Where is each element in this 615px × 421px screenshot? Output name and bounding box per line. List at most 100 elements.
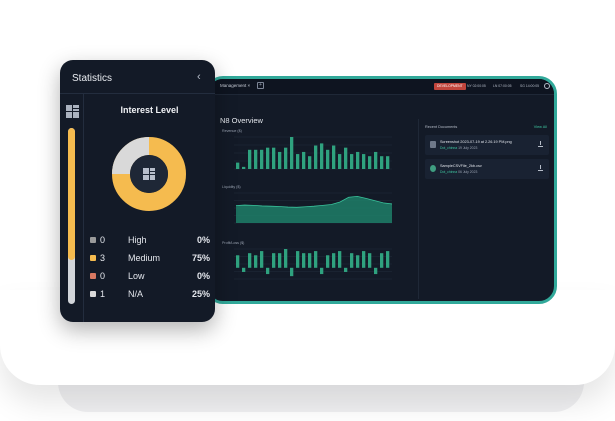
- legend-row-na: 1 N/A 25%: [90, 289, 210, 301]
- chart-bar: [380, 253, 384, 268]
- legend-swatch: [90, 291, 96, 297]
- csv-file-icon: [430, 165, 436, 172]
- chart-bar: [302, 151, 306, 169]
- chart-bar: [242, 267, 246, 272]
- chart-bar: [386, 156, 390, 169]
- recent-documents-title: Recent Documents: [425, 125, 458, 129]
- chart-bar: [380, 156, 384, 169]
- legend-label: Medium: [128, 253, 161, 263]
- chart-bar: [356, 255, 360, 268]
- legend-percent: 75%: [191, 253, 210, 263]
- chart-bar: [296, 154, 300, 169]
- chart-bar: [236, 255, 240, 268]
- chart-bar: [254, 255, 258, 268]
- legend-percent: 0%: [196, 235, 210, 245]
- legend-swatch: [90, 273, 96, 279]
- chart-bar: [344, 147, 348, 169]
- chart-bar: [284, 249, 288, 268]
- chart-bar: [254, 149, 258, 169]
- chart-bar: [326, 255, 330, 268]
- document-author[interactable]: Dot_chinna: [440, 146, 457, 150]
- chart-bar: [368, 156, 372, 169]
- chart-bar: [374, 267, 378, 275]
- chart-bar: [296, 251, 300, 268]
- tab-management[interactable]: Management ×: [220, 83, 250, 88]
- profit-chart: [222, 247, 392, 285]
- document-meta: Dot_chinna 19 July 2023: [440, 146, 477, 150]
- legend-label: N/A: [128, 289, 144, 299]
- revenue-chart: [222, 135, 392, 175]
- chart-bar: [290, 267, 294, 277]
- document-name: SampleCSVFile_2kb.csv: [440, 164, 482, 168]
- statistics-panel: Statistics ‹ Interest Level 0 High 0% 3 …: [60, 60, 215, 322]
- slider-fill: [68, 128, 75, 260]
- legend-count: 1: [100, 289, 106, 299]
- chart-bar: [284, 147, 288, 169]
- chart-bar: [320, 143, 324, 169]
- legend-label: Low: [128, 271, 145, 281]
- document-name: Screenshot 2023-07-19 at 2.26.19 PM.png: [440, 140, 512, 144]
- chart-bar: [332, 253, 336, 268]
- view-all-link[interactable]: View All: [534, 125, 547, 129]
- legend-row-medium: 3 Medium 75%: [90, 253, 210, 265]
- liquidity-chart-label: Liquidity ($): [222, 185, 241, 189]
- legend-count: 0: [100, 271, 106, 281]
- chart-bar: [266, 267, 270, 275]
- add-tab-button[interactable]: +: [257, 82, 264, 89]
- help-icon[interactable]: [544, 83, 550, 89]
- clock-ny: NY 02:00:05: [467, 84, 486, 88]
- clock-sg: SG 14:00:05: [520, 84, 540, 88]
- chart-bar: [344, 267, 348, 272]
- legend-swatch: [90, 237, 96, 243]
- legend-row-low: 0 Low 0%: [90, 271, 210, 283]
- document-date: 19 July 2023: [458, 146, 478, 150]
- document-meta: Dot_chinna 06 July 2023: [440, 170, 477, 174]
- download-icon[interactable]: [538, 141, 543, 147]
- chart-bar: [278, 151, 282, 169]
- chart-bar: [260, 251, 264, 268]
- chart-bar: [350, 253, 354, 268]
- grid-icon[interactable]: [66, 105, 79, 118]
- chart-bar: [308, 156, 312, 169]
- tab-close-icon[interactable]: ×: [248, 83, 251, 88]
- legend-label: High: [128, 235, 147, 245]
- recent-documents-panel: Recent Documents View All Screenshot 202…: [418, 119, 550, 299]
- interest-donut-chart: [111, 136, 187, 212]
- page: Management × + DEVELOPMENT NY 02:00:05 L…: [0, 0, 615, 421]
- recent-documents-header: Recent Documents View All: [419, 123, 551, 133]
- chart-bar: [260, 149, 264, 169]
- level-slider[interactable]: [68, 128, 75, 304]
- top-bar: Management × + DEVELOPMENT NY 02:00:05 L…: [208, 79, 554, 95]
- legend-count: 3: [100, 253, 106, 263]
- chart-bar: [368, 253, 372, 268]
- chart-bar: [308, 253, 312, 268]
- chart-bar: [248, 253, 252, 268]
- chart-bar: [350, 154, 354, 169]
- chart-bar: [272, 147, 276, 169]
- chart-bar: [302, 253, 306, 268]
- chart-bar: [338, 154, 342, 169]
- chevron-left-icon[interactable]: ‹: [197, 71, 201, 83]
- document-item[interactable]: SampleCSVFile_2kb.csv Dot_chinna 06 July…: [425, 159, 549, 179]
- legend-count: 0: [100, 235, 106, 245]
- image-file-icon: [430, 141, 436, 148]
- legend-row-high: 0 High 0%: [90, 235, 210, 247]
- chart-bar: [332, 145, 336, 169]
- chart-bar: [338, 251, 342, 268]
- chart-bar: [320, 267, 324, 275]
- document-item[interactable]: Screenshot 2023-07-19 at 2.26.19 PM.png …: [425, 135, 549, 155]
- clock-ln: LN 07:00:05: [493, 84, 512, 88]
- legend-swatch: [90, 255, 96, 261]
- chart-bar: [362, 154, 366, 169]
- revenue-chart-label: Revenue ($): [222, 129, 242, 133]
- grid-icon: [143, 168, 155, 180]
- document-author[interactable]: Dot_chinna: [440, 170, 457, 174]
- overview-title: N8 Overview: [220, 116, 263, 125]
- legend-percent: 0%: [196, 271, 210, 281]
- chart-bar: [236, 162, 240, 169]
- chart-bar: [386, 251, 390, 268]
- chart-bar: [278, 253, 282, 268]
- chart-bar: [290, 137, 294, 169]
- download-icon[interactable]: [538, 165, 543, 171]
- chart-bar: [314, 145, 318, 169]
